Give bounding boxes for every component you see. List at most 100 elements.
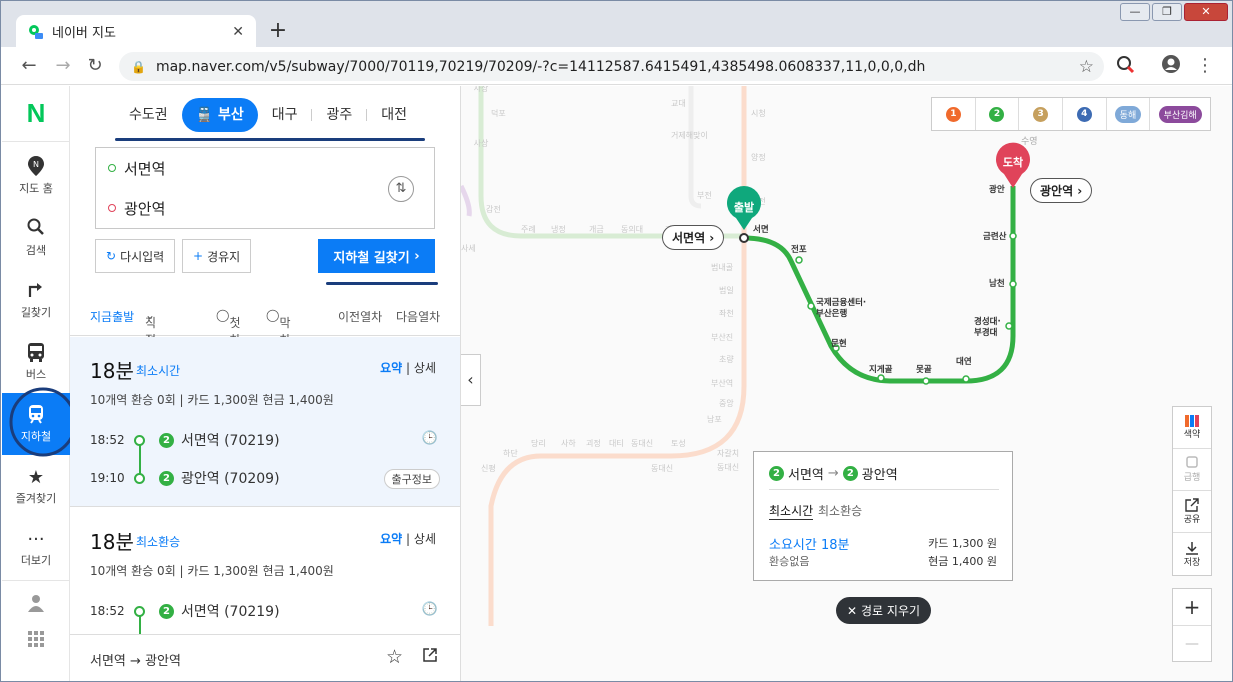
line-2-badge: 2	[159, 432, 174, 448]
tab-close-icon[interactable]: ✕	[232, 24, 244, 40]
line-4-toggle[interactable]: 4	[1063, 98, 1107, 130]
sidebar-item-favorites[interactable]: ★ 즐겨찾기	[2, 455, 70, 517]
tab-region-daejeon[interactable]: 대전	[367, 98, 421, 132]
sidebar-item-bus[interactable]: 버스	[2, 331, 70, 393]
browser-tab[interactable]: 네이버 지도 ✕	[16, 15, 256, 48]
tab-region-busan[interactable]: 🚆 부산	[181, 98, 258, 132]
summary-link[interactable]: 요약	[380, 532, 402, 546]
line-donghae-toggle[interactable]: 동해	[1107, 98, 1151, 130]
popup-card-fare: 카드 1,300 원	[928, 537, 997, 550]
swap-icon[interactable]: ⇅	[388, 176, 414, 202]
apps-grid-icon[interactable]	[28, 631, 44, 651]
zoom-in-button[interactable]: +	[1173, 589, 1211, 626]
clear-route-button[interactable]: ✕ 경로 지우기	[836, 597, 931, 624]
popup-tab-fewest-transfers[interactable]: 최소환승	[818, 502, 862, 519]
route-stops: 10개역 환승 0회	[90, 564, 176, 578]
route-step: 18:52 2 서면역 (70219)	[90, 430, 280, 450]
colorblind-mode-button[interactable]: 색약	[1173, 407, 1211, 449]
find-subway-route-button[interactable]: 지하철 길찾기 ›	[318, 239, 435, 273]
station-label: 좌천	[719, 308, 734, 318]
sidebar-item-search[interactable]: 검색	[2, 207, 70, 269]
reset-button[interactable]: ↻ 다시입력	[95, 239, 176, 273]
line-3-toggle[interactable]: 3	[1019, 98, 1063, 130]
user-icon[interactable]	[27, 594, 45, 616]
tab-region-daegu[interactable]: 대구	[258, 98, 312, 132]
line-gimhae-toggle[interactable]: 부산김해	[1150, 98, 1210, 130]
station-label-bifc: 국제금융센터·	[816, 297, 866, 308]
extension-icon[interactable]	[1113, 54, 1137, 78]
address-bar[interactable]: 🔒 map.naver.com/v5/subway/7000/70119,702…	[119, 52, 1104, 81]
express-button[interactable]: 급행	[1173, 449, 1211, 491]
next-train-option[interactable]: 다음열차	[396, 308, 440, 325]
sidebar-item-label: 길찾기	[20, 306, 52, 319]
destination-field[interactable]: 광안역	[96, 188, 434, 228]
depart-now-option[interactable]: 지금출발	[90, 308, 134, 325]
route-card[interactable]: 18분 최소시간 요약 | 상세 10개역 환승 0회 | 카드 1,300원 …	[70, 337, 460, 507]
origin-dot-icon	[108, 164, 116, 172]
collapse-panel-button[interactable]: ‹	[461, 354, 481, 406]
sidebar-item-directions[interactable]: 길찾기	[2, 269, 70, 331]
line-1-toggle[interactable]: 1	[932, 98, 976, 130]
last-train-option[interactable]: ◯ 막차	[266, 308, 290, 347]
favorite-star-icon[interactable]: ☆	[386, 646, 403, 668]
forward-icon[interactable]: →	[51, 54, 75, 78]
naver-map-favicon-icon	[29, 24, 43, 39]
line-badge: 1	[945, 106, 961, 122]
profile-icon[interactable]	[1159, 54, 1183, 78]
exit-info-button[interactable]: 출구정보	[383, 469, 440, 489]
route-duration: 18분	[90, 530, 134, 554]
footer-arrow: →	[130, 654, 141, 669]
line-2-toggle[interactable]: 2	[976, 98, 1020, 130]
bookmark-star-icon[interactable]: ☆	[1079, 57, 1094, 77]
station-chip-gwangan[interactable]: 광안역 ›	[1030, 178, 1093, 203]
popup-tab-fastest[interactable]: 최소시간	[769, 502, 814, 520]
station-label: 교대	[671, 99, 686, 108]
footer-route: 서면역 → 광안역	[90, 650, 181, 669]
sidebar-item-label: 버스	[25, 368, 47, 381]
origin-field[interactable]: 서면역	[96, 148, 434, 188]
close-window-button[interactable]: ✕	[1184, 3, 1228, 21]
subway-map[interactable]: 사상 덕포 사상 감전 주례 냉정 개금 동의대 가야 부암 부전 거제해맞이 …	[461, 86, 1232, 681]
line-2-badge: 2	[842, 466, 858, 481]
tab-region-gwangju[interactable]: 광주	[312, 98, 366, 132]
detail-link[interactable]: 상세	[414, 361, 436, 375]
zoom-out-button[interactable]: —	[1173, 626, 1211, 662]
summary-link[interactable]: 요약	[380, 361, 402, 375]
minimize-button[interactable]: —	[1120, 3, 1150, 21]
share-icon[interactable]	[422, 647, 438, 667]
cash-fare: 현금 1,400원	[262, 393, 334, 407]
station-label: 범내골	[711, 262, 733, 272]
route-card[interactable]: 18분 최소환승 요약 | 상세 10개역 환승 0회 | 카드 1,300원 …	[70, 508, 460, 635]
menu-icon[interactable]: ⋮	[1193, 54, 1217, 78]
add-waypoint-button[interactable]: + 경유지	[182, 239, 252, 273]
station-label-namcheon: 남천	[989, 278, 1005, 289]
tool-label: 공유	[1183, 515, 1201, 525]
save-button[interactable]: 저장	[1173, 533, 1211, 575]
prev-train-option[interactable]: 이전열차	[338, 308, 382, 325]
divider	[769, 489, 999, 490]
station-chip-seomyeon[interactable]: 서면역 ›	[662, 225, 725, 250]
share-button[interactable]: 공유	[1173, 491, 1211, 533]
line-faded	[461, 184, 472, 217]
set-time-option[interactable]: 직접설정 ⌄	[145, 308, 156, 381]
clock-icon[interactable]: 🕒	[422, 431, 438, 446]
clock-icon[interactable]: 🕒	[422, 602, 438, 617]
step-station: 서면역 (70219)	[181, 604, 280, 620]
reload-icon[interactable]: ↻	[83, 54, 107, 78]
sidebar-item-map-home[interactable]: N 지도 홈	[2, 145, 70, 207]
end-marker[interactable]: 도착	[996, 142, 1030, 188]
popup-cash-fare: 현금 1,400 원	[928, 555, 997, 568]
back-icon[interactable]: ←	[17, 54, 41, 78]
naver-logo[interactable]: N	[2, 86, 70, 142]
route-result-popup: 2 서면역 → 2 광안역 최소시간 최소환승 소요시간 18분 환승없음 카드…	[753, 451, 1013, 581]
first-train-option[interactable]: ◯ 첫차	[216, 308, 240, 347]
popup-arrow: →	[827, 466, 839, 481]
detail-link[interactable]: 상세	[414, 532, 436, 546]
region-tabs: 수도권 🚆 부산 대구 광주 대전	[115, 98, 421, 132]
new-tab-button[interactable]: +	[263, 17, 293, 45]
step-dot	[134, 434, 145, 446]
tab-region-seoul[interactable]: 수도권	[115, 98, 182, 132]
popup-route: 2 서면역 → 2 광안역	[769, 464, 898, 483]
maximize-button[interactable]: ❐	[1152, 3, 1182, 21]
sidebar-item-more[interactable]: ··· 더보기	[2, 517, 70, 579]
